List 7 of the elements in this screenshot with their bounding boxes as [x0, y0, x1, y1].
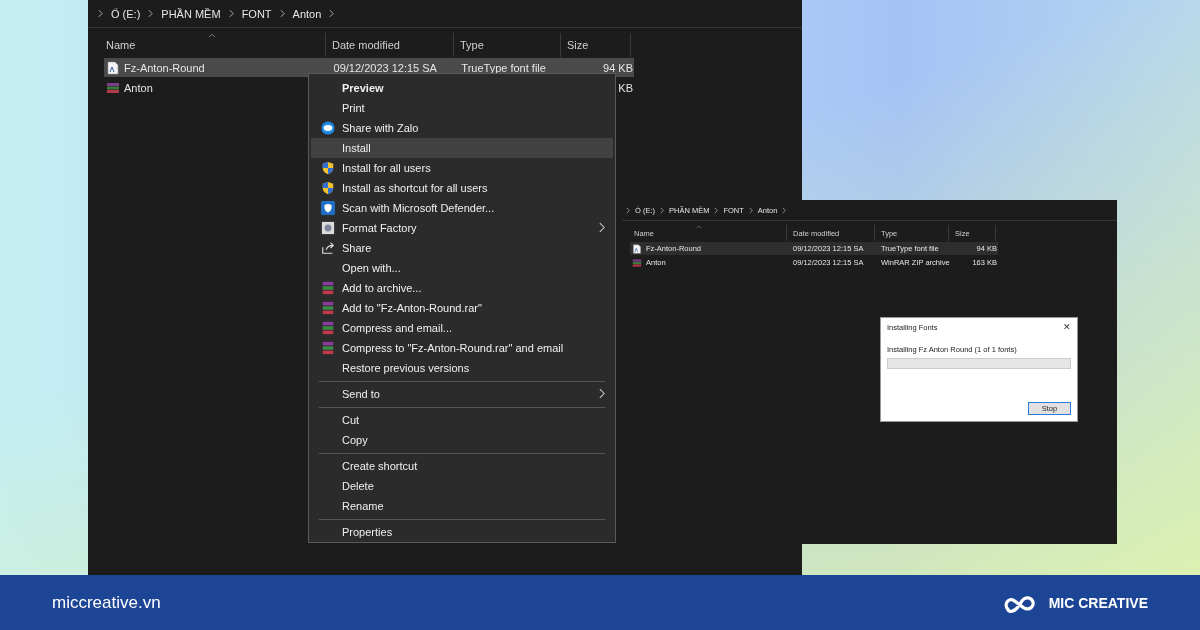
brand-name: MIC CREATIVE [1048, 594, 1148, 611]
size-cell: KB [618, 81, 633, 94]
file-name: Anton [124, 81, 153, 94]
size-cell: 94 KB [603, 61, 633, 74]
type-cell: TrueType font file [461, 61, 546, 74]
file-name: Fz-Anton-Round [124, 61, 205, 74]
date-cell: 09/12/2023 12:15 SA [333, 61, 437, 74]
